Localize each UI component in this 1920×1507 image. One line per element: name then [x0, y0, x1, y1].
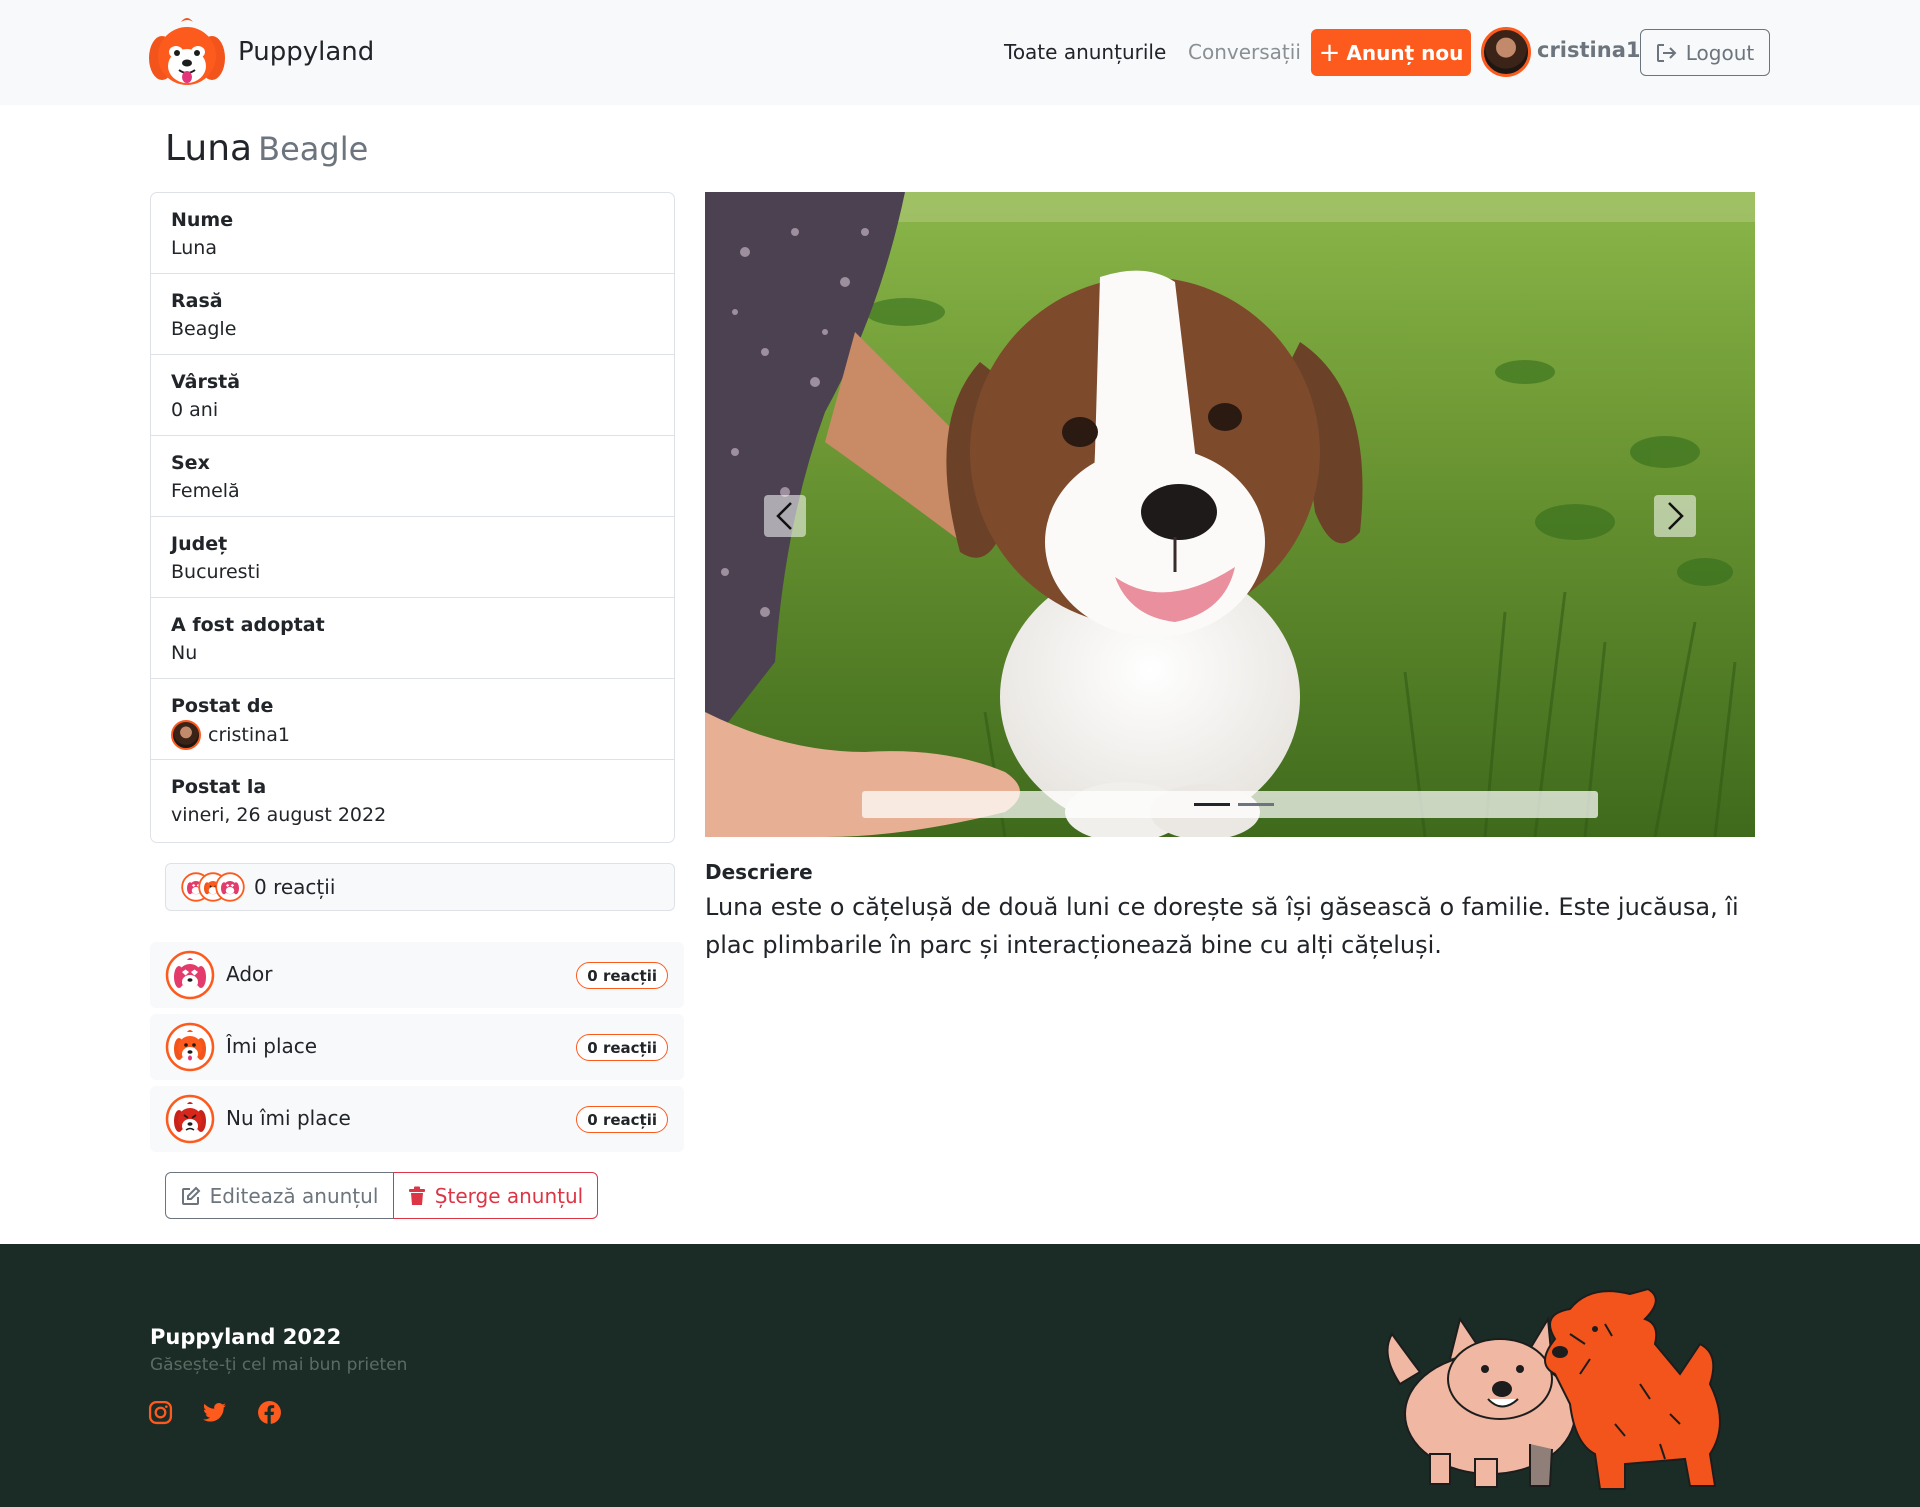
info-value: 0 ani — [171, 399, 219, 421]
description-text: Luna este o cățelușă de două luni ce dor… — [705, 893, 1739, 959]
info-label: Sex — [171, 452, 210, 474]
dogs-illustration — [1386, 1287, 1721, 1490]
reaction-label: Nu îmi place — [226, 1106, 351, 1130]
info-item-adopted: A fost adoptat Nu — [151, 598, 674, 679]
nav-conversations[interactable]: Conversații — [1188, 40, 1301, 64]
carousel-indicator[interactable] — [1238, 803, 1274, 806]
ad-actions: Editează anunțul Șterge anunțul — [165, 1172, 598, 1219]
nav-username[interactable]: cristina1 — [1537, 38, 1640, 62]
info-label: Județ — [171, 533, 228, 555]
logout-button[interactable]: Logout — [1640, 29, 1770, 76]
edit-ad-label: Editează anunțul — [209, 1183, 379, 1208]
reaction-label: Îmi place — [226, 1034, 318, 1058]
reaction-label: Ador — [226, 962, 273, 986]
puppy-photo — [705, 192, 1755, 837]
navbar: Puppyland Toate anunțurile Conversații +… — [0, 0, 1920, 105]
carousel-indicators — [862, 791, 1598, 818]
info-label: Nume — [171, 209, 234, 231]
carousel-prev-button[interactable] — [764, 495, 806, 537]
carousel-next-button[interactable] — [1654, 495, 1696, 537]
info-item-posted-by: Postat de cristina1 — [151, 679, 674, 760]
page-title: Luna Beagle — [165, 128, 368, 169]
dislike-dog-icon — [165, 1094, 215, 1144]
reaction-summary[interactable]: 0 reacții — [165, 863, 675, 911]
info-label: Vârstă — [171, 371, 241, 393]
pet-info-list: Nume Luna Rasă Beagle Vârstă 0 ani Sex F… — [150, 192, 675, 843]
user-avatar[interactable] — [1481, 27, 1531, 77]
new-ad-label: Anunț nou — [1346, 40, 1464, 65]
delete-ad-label: Șterge anunțul — [434, 1183, 584, 1208]
reaction-count-badge: 0 reacții — [576, 962, 668, 989]
info-value: Bucuresti — [171, 561, 261, 583]
photo-carousel[interactable] — [705, 192, 1755, 837]
chevron-right-icon — [1668, 502, 1684, 530]
reaction-row-like[interactable]: Îmi place 0 reacții — [150, 1014, 684, 1080]
info-item-county: Județ Bucuresti — [151, 517, 674, 598]
love-dog-icon — [215, 872, 245, 902]
puppy-logo-icon — [149, 18, 225, 85]
love-dog-icon — [165, 950, 215, 1000]
new-ad-button[interactable]: + Anunț nou — [1311, 29, 1471, 76]
info-item-name: Nume Luna — [151, 193, 674, 274]
footer-title: Puppyland 2022 — [150, 1325, 342, 1349]
chevron-left-icon — [776, 502, 792, 530]
pet-name-title: Luna — [165, 128, 253, 169]
info-item-posted-at: Postat la vineri, 26 august 2022 — [151, 760, 674, 841]
info-label: Postat la — [171, 776, 267, 798]
plus-icon: + — [1318, 37, 1341, 68]
pet-breed-title: Beagle — [258, 130, 369, 168]
edit-ad-button[interactable]: Editează anunțul — [165, 1172, 394, 1219]
reaction-icon-stack — [181, 872, 245, 902]
logout-icon — [1656, 43, 1677, 62]
reaction-total: 0 reacții — [254, 875, 336, 899]
info-label: Rasă — [171, 290, 223, 312]
like-dog-icon — [165, 1022, 215, 1072]
info-value: Beagle — [171, 318, 237, 340]
instagram-icon[interactable] — [148, 1400, 173, 1425]
brand-link[interactable]: Puppyland — [148, 14, 374, 90]
info-value: Nu — [171, 642, 198, 664]
carousel-indicator-active[interactable] — [1194, 803, 1230, 806]
info-item-sex: Sex Femelă — [151, 436, 674, 517]
edit-icon — [181, 1186, 201, 1205]
reaction-row-love[interactable]: Ador 0 reacții — [150, 942, 684, 1008]
trash-icon — [408, 1186, 425, 1205]
info-item-breed: Rasă Beagle — [151, 274, 674, 355]
brand-name: Puppyland — [238, 37, 375, 67]
poster-username[interactable]: cristina1 — [208, 721, 290, 749]
info-value: Luna — [171, 237, 217, 259]
info-value: Femelă — [171, 480, 240, 502]
reaction-row-dislike[interactable]: Nu îmi place 0 reacții — [150, 1086, 684, 1152]
info-value: vineri, 26 august 2022 — [171, 804, 387, 826]
facebook-icon[interactable] — [257, 1400, 282, 1425]
delete-ad-button[interactable]: Șterge anunțul — [393, 1172, 598, 1219]
logout-label: Logout — [1685, 40, 1755, 65]
info-value-user[interactable]: cristina1 — [171, 720, 654, 750]
twitter-icon[interactable] — [202, 1400, 227, 1425]
footer-subtitle: Găsește-ți cel mai bun prieten — [150, 1355, 408, 1375]
reaction-count-badge: 0 reacții — [576, 1106, 668, 1133]
poster-avatar — [171, 720, 201, 750]
nav-all-ads[interactable]: Toate anunțurile — [1004, 40, 1166, 64]
info-label: A fost adoptat — [171, 614, 325, 636]
description-title: Descriere — [705, 860, 813, 884]
info-label: Postat de — [171, 695, 274, 717]
footer: Puppyland 2022 Găsește-ți cel mai bun pr… — [0, 1244, 1920, 1507]
reaction-count-badge: 0 reacții — [576, 1034, 668, 1061]
info-item-age: Vârstă 0 ani — [151, 355, 674, 436]
